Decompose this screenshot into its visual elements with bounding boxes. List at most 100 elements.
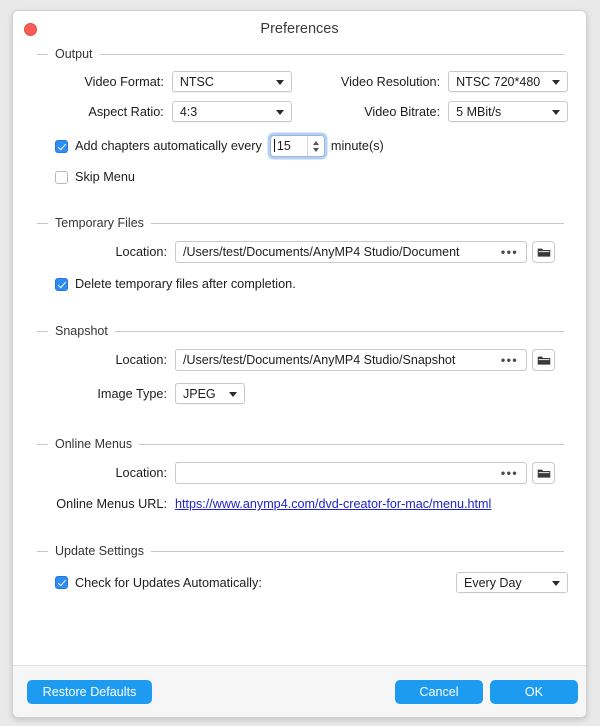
section-body-temporary-files: Location: /Users/test/Documents/AnyMP4 S… (27, 230, 572, 291)
label-video-resolution: Video Resolution: (292, 75, 440, 89)
section-title-snapshot: Snapshot (55, 324, 108, 338)
section-title-online-menus: Online Menus (55, 437, 132, 451)
stepper-up-icon[interactable] (313, 141, 319, 145)
section-title-update-settings: Update Settings (55, 544, 144, 558)
select-video-resolution-value: NTSC 720*480 (456, 75, 540, 89)
close-icon[interactable] (24, 23, 37, 36)
label-temp-location: Location: (31, 245, 167, 259)
rule-right (151, 223, 564, 224)
input-snapshot-location-value: /Users/test/Documents/AnyMP4 Studio/Snap… (183, 353, 455, 367)
stepper-chapter-interval[interactable]: 15 (270, 135, 325, 157)
label-aspect-ratio: Aspect Ratio: (31, 105, 164, 119)
browse-dots-button[interactable]: ••• (501, 354, 518, 367)
chevron-down-icon (276, 110, 284, 115)
label-minutes-unit: minute(s) (331, 139, 384, 153)
browse-dots-button[interactable]: ••• (501, 246, 518, 259)
chevron-down-icon (552, 581, 560, 586)
select-update-frequency[interactable]: Every Day (456, 572, 568, 593)
input-temp-location-value: /Users/test/Documents/AnyMP4 Studio/Docu… (183, 245, 460, 259)
row-temp-location: Location: /Users/test/Documents/AnyMP4 S… (31, 241, 568, 263)
select-video-format[interactable]: NTSC (172, 71, 292, 92)
stepper-down-icon[interactable] (313, 148, 319, 152)
folder-icon-button-snapshot[interactable] (532, 349, 555, 371)
folder-icon (537, 468, 551, 479)
stepper-buttons[interactable] (307, 136, 324, 156)
row-check-updates: Check for Updates Automatically: Every D… (55, 572, 568, 593)
select-video-format-value: NTSC (180, 75, 214, 89)
section-body-update-settings: Check for Updates Automatically: Every D… (27, 558, 572, 593)
checkbox-add-chapters[interactable] (55, 140, 68, 153)
input-online-menus-location[interactable]: ••• (175, 462, 527, 484)
section-body-online-menus: Location: ••• Online Menus URL: https://… (27, 451, 572, 511)
section-header-snapshot: Snapshot (37, 324, 572, 338)
folder-icon-button-online-menus[interactable] (532, 462, 555, 484)
checkbox-check-updates[interactable] (55, 576, 68, 589)
select-aspect-ratio[interactable]: 4:3 (172, 101, 292, 122)
chevron-down-icon (276, 80, 284, 85)
ok-button[interactable]: OK (490, 680, 578, 704)
restore-defaults-button[interactable]: Restore Defaults (27, 680, 152, 704)
section-header-online-menus: Online Menus (37, 437, 572, 451)
section-header-update-settings: Update Settings (37, 544, 572, 558)
row-skip-menu: Skip Menu (55, 170, 568, 184)
label-skip-menu: Skip Menu (75, 170, 135, 184)
input-temp-location[interactable]: /Users/test/Documents/AnyMP4 Studio/Docu… (175, 241, 527, 263)
select-update-frequency-value: Every Day (464, 576, 522, 590)
select-aspect-ratio-value: 4:3 (180, 105, 197, 119)
title-bar: Preferences (13, 11, 586, 47)
rule-right (151, 551, 564, 552)
row-delete-temp: Delete temporary files after completion. (55, 277, 568, 291)
dialog-footer: Restore Defaults Cancel OK (13, 665, 586, 717)
cancel-button[interactable]: Cancel (395, 680, 483, 704)
rule-left (37, 223, 48, 224)
label-online-menus-location: Location: (31, 466, 167, 480)
folder-icon-button-temp[interactable] (532, 241, 555, 263)
folder-icon (537, 355, 551, 366)
rule-left (37, 54, 48, 55)
row-video-format: Video Format: NTSC Video Resolution: NTS… (31, 71, 568, 92)
section-body-output: Video Format: NTSC Video Resolution: NTS… (27, 61, 572, 184)
label-add-chapters: Add chapters automatically every (75, 139, 262, 153)
select-video-bitrate[interactable]: 5 MBit/s (448, 101, 568, 122)
section-title-temporary-files: Temporary Files (55, 216, 144, 230)
row-add-chapters: Add chapters automatically every 15 minu… (55, 135, 568, 157)
chevron-down-icon (552, 110, 560, 115)
label-online-menus-url: Online Menus URL: (31, 497, 167, 511)
row-online-menus-url: Online Menus URL: https://www.anymp4.com… (31, 497, 568, 511)
online-menus-url-link[interactable]: https://www.anymp4.com/dvd-creator-for-m… (175, 497, 491, 511)
select-image-type-value: JPEG (183, 387, 216, 401)
row-image-type: Image Type: JPEG (31, 383, 568, 404)
row-aspect-ratio: Aspect Ratio: 4:3 Video Bitrate: 5 MBit/… (31, 101, 568, 122)
chevron-down-icon (229, 392, 237, 397)
label-delete-temp-files: Delete temporary files after completion. (75, 277, 296, 291)
preferences-body: Output Video Format: NTSC Video Resoluti… (13, 47, 586, 667)
preferences-window: Preferences Output Video Format: NTSC Vi… (12, 10, 587, 718)
rule-right (100, 54, 564, 55)
text-caret (274, 139, 275, 152)
chevron-down-icon (552, 80, 560, 85)
row-snapshot-location: Location: /Users/test/Documents/AnyMP4 S… (31, 349, 568, 371)
input-snapshot-location[interactable]: /Users/test/Documents/AnyMP4 Studio/Snap… (175, 349, 527, 371)
checkbox-skip-menu[interactable] (55, 171, 68, 184)
rule-right (115, 331, 564, 332)
rule-left (37, 331, 48, 332)
checkbox-delete-temp-files[interactable] (55, 278, 68, 291)
section-title-output: Output (55, 47, 93, 61)
stepper-value-text: 15 (277, 139, 291, 153)
stepper-chapter-interval-value[interactable]: 15 (271, 136, 307, 156)
browse-dots-button[interactable]: ••• (501, 467, 518, 480)
section-header-temporary-files: Temporary Files (37, 216, 572, 230)
page-title: Preferences (13, 11, 586, 47)
select-video-resolution[interactable]: NTSC 720*480 (448, 71, 568, 92)
select-image-type[interactable]: JPEG (175, 383, 245, 404)
section-header-output: Output (37, 47, 572, 61)
label-image-type: Image Type: (31, 387, 167, 401)
row-online-menus-location: Location: ••• (31, 462, 568, 484)
section-body-snapshot: Location: /Users/test/Documents/AnyMP4 S… (27, 338, 572, 404)
rule-left (37, 444, 48, 445)
rule-right (139, 444, 564, 445)
label-check-updates: Check for Updates Automatically: (75, 576, 262, 590)
folder-icon (537, 247, 551, 258)
label-video-format: Video Format: (31, 75, 164, 89)
label-snapshot-location: Location: (31, 353, 167, 367)
